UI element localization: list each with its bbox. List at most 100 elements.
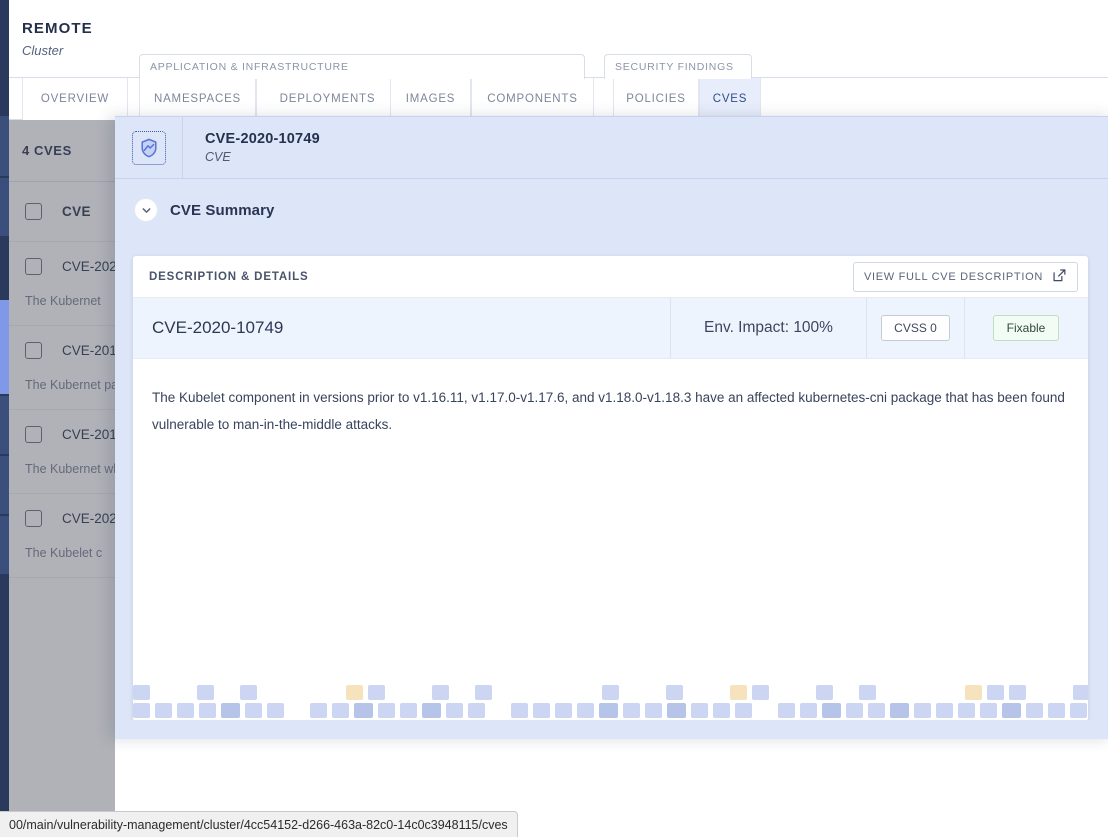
tab-cves[interactable]: CVES xyxy=(699,78,761,120)
external-link-icon xyxy=(1052,268,1067,286)
skeleton-chip xyxy=(577,703,594,718)
skeleton-chip xyxy=(354,703,373,718)
page-subtitle: Cluster xyxy=(22,43,64,58)
skeleton-row xyxy=(133,703,1088,718)
skeleton-chip xyxy=(1048,703,1065,718)
skeleton-chip xyxy=(822,703,841,718)
skeleton-chip xyxy=(133,685,150,700)
skeleton-chip xyxy=(475,685,492,700)
skeleton-chip xyxy=(304,685,320,700)
skeleton-chip xyxy=(735,703,752,718)
skeleton-chip xyxy=(310,703,327,718)
skeleton-chip xyxy=(155,685,171,700)
shield-icon[interactable] xyxy=(131,130,166,165)
tab-deployments[interactable]: DEPLOYMENTS xyxy=(256,78,399,120)
skeleton-chip xyxy=(778,703,795,718)
skeleton-row xyxy=(133,685,1088,700)
skeleton-chip xyxy=(666,685,683,700)
loading-skeleton-strip xyxy=(133,681,1088,721)
tab-group-label: SECURITY FINDINGS xyxy=(615,61,734,73)
skeleton-chip xyxy=(1026,703,1043,718)
tab-overview[interactable]: OVERVIEW xyxy=(22,78,128,120)
skeleton-chip xyxy=(709,685,725,700)
skeleton-chip xyxy=(245,703,262,718)
cve-summary-section-header: CVE Summary xyxy=(115,179,1108,241)
skeleton-chip xyxy=(688,685,704,700)
skeleton-chip xyxy=(1009,685,1026,700)
card-body: The Kubelet component in versions prior … xyxy=(133,359,1088,438)
skeleton-chip xyxy=(446,703,463,718)
skeleton-chip xyxy=(400,703,417,718)
skeleton-chip xyxy=(902,685,918,700)
detail-title: CVE-2020-10749 xyxy=(205,131,320,147)
skeleton-chip xyxy=(262,685,278,700)
skeleton-chip xyxy=(581,685,597,700)
cve-summary-label: CVE Summary xyxy=(170,201,275,219)
skeleton-chip xyxy=(133,703,150,718)
skeleton-chip xyxy=(560,685,576,700)
skeleton-chip xyxy=(422,703,441,718)
skeleton-chip xyxy=(177,703,194,718)
skeleton-chip xyxy=(914,703,931,718)
skeleton-chip xyxy=(539,685,555,700)
skeleton-chip xyxy=(468,703,485,718)
detail-icon-container xyxy=(115,117,183,179)
cvss-score-button[interactable]: CVSS 0 xyxy=(881,315,950,341)
skeleton-chip xyxy=(240,685,257,700)
status-bar-url-text: 00/main/vulnerability-management/cluster… xyxy=(9,817,508,832)
nav-rail-segment[interactable] xyxy=(0,456,9,514)
skeleton-chip xyxy=(368,685,385,700)
skeleton-chip xyxy=(713,703,730,718)
skeleton-chip xyxy=(936,703,953,718)
skeleton-chip xyxy=(533,703,550,718)
skeleton-chip xyxy=(176,685,192,700)
skeleton-chip xyxy=(219,685,235,700)
skeleton-chip xyxy=(197,685,214,700)
status-bar-url: 00/main/vulnerability-management/cluster… xyxy=(0,811,518,837)
skeleton-chip xyxy=(267,703,284,718)
tab-images[interactable]: IMAGES xyxy=(390,78,471,120)
skeleton-chip xyxy=(757,703,773,718)
skeleton-chip xyxy=(1031,685,1047,700)
page-title: REMOTE xyxy=(22,20,93,37)
cve-meta-row: CVE-2020-10749 Env. Impact: 100% CVSS 0 … xyxy=(133,298,1088,359)
description-details-card: DESCRIPTION & DETAILS VIEW FULL CVE DESC… xyxy=(133,256,1088,721)
nav-rail-active-segment[interactable] xyxy=(0,300,9,394)
tab-components[interactable]: COMPONENTS xyxy=(471,78,594,120)
skeleton-chip xyxy=(555,703,572,718)
tab-policies[interactable]: POLICIES xyxy=(613,78,699,120)
skeleton-chip xyxy=(599,703,618,718)
skeleton-chip xyxy=(283,685,299,700)
skeleton-chip xyxy=(800,703,817,718)
tab-namespaces[interactable]: NAMESPACES xyxy=(139,78,256,120)
skeleton-chip xyxy=(1002,703,1021,718)
tab-group-security-findings: SECURITY FINDINGS xyxy=(604,54,752,79)
skeleton-chip xyxy=(752,685,769,700)
skeleton-chip xyxy=(325,685,341,700)
view-full-cve-description-label: VIEW FULL CVE DESCRIPTION xyxy=(863,270,1043,283)
skeleton-chip xyxy=(958,703,975,718)
panel-footer xyxy=(115,720,1108,739)
skeleton-chip xyxy=(624,685,640,700)
detail-header-text: CVE-2020-10749 CVE xyxy=(183,131,320,164)
nav-rail-segment[interactable] xyxy=(0,116,9,176)
nav-rail-segment[interactable] xyxy=(0,178,9,236)
view-full-cve-description-button[interactable]: VIEW FULL CVE DESCRIPTION xyxy=(852,261,1078,292)
skeleton-chip xyxy=(1070,703,1087,718)
skeleton-chip xyxy=(846,703,863,718)
skeleton-chip xyxy=(667,703,686,718)
skeleton-chip xyxy=(432,685,449,700)
detail-panel-header: CVE-2020-10749 CVE xyxy=(115,117,1108,179)
nav-rail-segment[interactable] xyxy=(0,396,9,454)
cve-detail-panel: CVE-2020-10749 CVE CVE Summary DESCRIPTI… xyxy=(115,116,1108,739)
skeleton-chip xyxy=(868,703,885,718)
app-root: REMOTE Cluster APPLICATION & INFRASTRUCT… xyxy=(0,0,1108,837)
skeleton-chip xyxy=(199,703,216,718)
nav-rail-segment[interactable] xyxy=(0,516,9,574)
skeleton-chip xyxy=(155,703,172,718)
meta-env-impact-cell: Env. Impact: 100% xyxy=(671,298,867,358)
modal-scrim[interactable] xyxy=(9,120,115,819)
chevron-down-icon[interactable] xyxy=(134,198,158,222)
skeleton-chip xyxy=(454,685,470,700)
skeleton-chip xyxy=(890,703,909,718)
